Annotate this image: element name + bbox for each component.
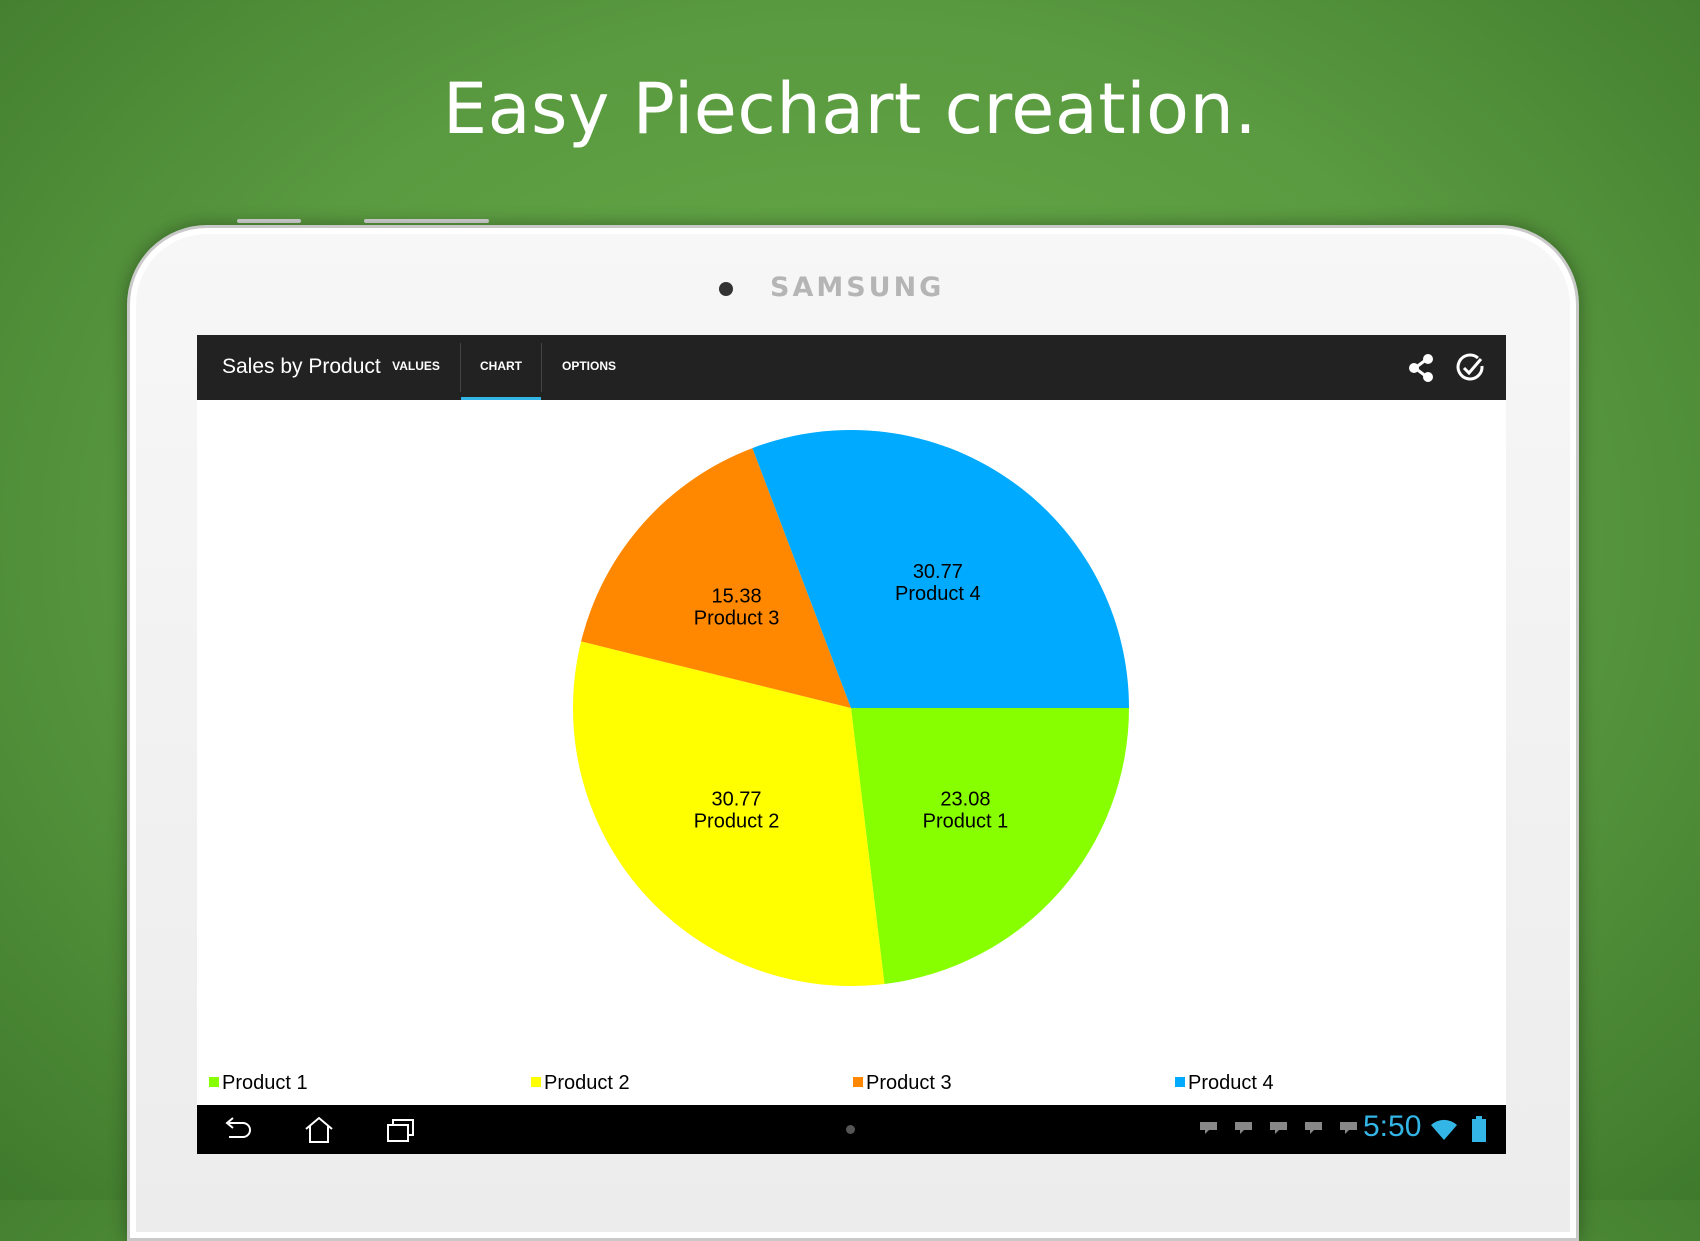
legend-item-product-2: Product 2 [531, 1072, 630, 1095]
device-brand: SAMSUNG [770, 272, 945, 303]
tab-options[interactable]: OPTIONS [543, 335, 635, 400]
pie-slice-1 [851, 708, 1129, 984]
battery-icon[interactable] [1472, 1116, 1486, 1142]
slice-name-label: Product 3 [694, 608, 780, 630]
app-screen: Sales by Product VALUES CHART OPTIONS 23… [197, 335, 1506, 1154]
slice-name-label: Product 2 [694, 810, 780, 832]
share-icon[interactable] [1405, 352, 1437, 384]
nav-indicator-dot [846, 1125, 855, 1134]
legend-swatch [853, 1077, 863, 1087]
notification-icon[interactable] [1340, 1122, 1357, 1134]
back-icon[interactable] [221, 1115, 253, 1145]
headline: Easy Piechart creation. [442, 68, 1258, 150]
legend-label: Product 3 [866, 1072, 952, 1094]
notification-icon[interactable] [1235, 1122, 1252, 1134]
done-icon[interactable] [1454, 352, 1486, 384]
app-title: Sales by Product [222, 355, 381, 378]
legend-label: Product 1 [222, 1072, 308, 1094]
camera-icon [719, 282, 733, 296]
home-icon[interactable] [303, 1115, 335, 1145]
legend-item-product-4: Product 4 [1175, 1072, 1274, 1095]
tab-chart[interactable]: CHART [461, 335, 541, 400]
wifi-icon[interactable] [1431, 1117, 1457, 1141]
legend-item-product-3: Product 3 [853, 1072, 952, 1095]
recent-apps-icon[interactable] [385, 1115, 417, 1145]
legend-label: Product 4 [1188, 1072, 1274, 1094]
system-nav-bar: 5:50 [197, 1105, 1506, 1154]
pie-chart: 23.08Product 130.77Product 215.38Product… [572, 430, 1129, 987]
tab-values[interactable]: VALUES [375, 335, 457, 400]
legend-swatch [531, 1077, 541, 1087]
notification-icon[interactable] [1270, 1122, 1287, 1134]
slice-value-label: 30.77 [711, 788, 761, 810]
slice-name-label: Product 4 [895, 583, 981, 605]
status-clock[interactable]: 5:50 [1363, 1110, 1421, 1144]
legend-item-product-1: Product 1 [209, 1072, 308, 1095]
action-bar: Sales by Product VALUES CHART OPTIONS [197, 335, 1506, 400]
chart-legend: Product 1 Product 2 Product 3 Product 4 [197, 1072, 1506, 1102]
notification-icon[interactable] [1305, 1122, 1322, 1134]
notification-icon[interactable] [1200, 1122, 1217, 1134]
legend-label: Product 2 [544, 1072, 630, 1094]
volume-button [237, 219, 301, 223]
legend-swatch [209, 1077, 219, 1087]
tab-divider [541, 343, 542, 392]
power-button [364, 219, 489, 223]
slice-value-label: 23.08 [940, 788, 990, 810]
legend-swatch [1175, 1077, 1185, 1087]
slice-value-label: 30.77 [913, 561, 963, 583]
slice-name-label: Product 1 [923, 810, 1009, 832]
slice-value-label: 15.38 [712, 586, 762, 608]
